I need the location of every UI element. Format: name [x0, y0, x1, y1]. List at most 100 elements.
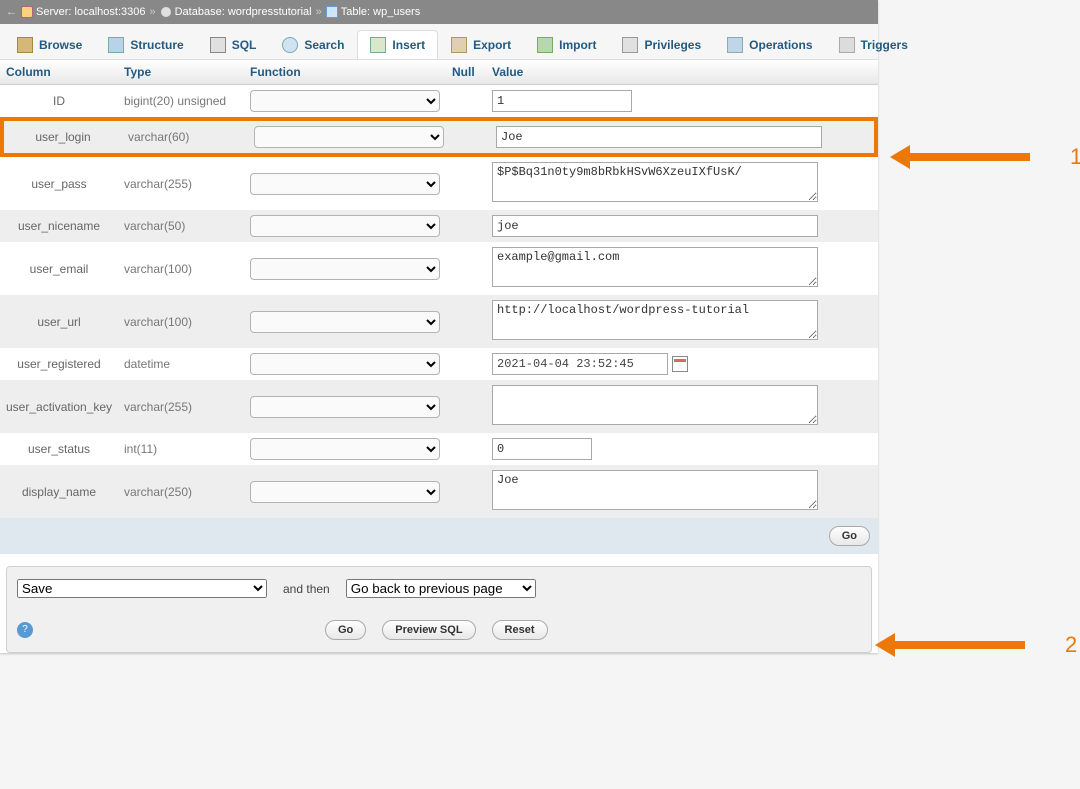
tab-label: Operations — [749, 38, 812, 52]
tab-bar: BrowseStructureSQL Search Insert Export Impo… — [0, 24, 878, 60]
function-select[interactable] — [250, 215, 440, 237]
tab-import[interactable]: Import — [524, 30, 609, 59]
preview-sql-button[interactable]: Preview SQL — [382, 620, 475, 640]
tab-label: Import — [559, 38, 596, 52]
function-select[interactable] — [250, 258, 440, 280]
value-textarea[interactable]: example@gmail.com — [492, 247, 818, 287]
value-input[interactable] — [492, 215, 818, 237]
tab-operations[interactable]: Operations — [714, 30, 825, 59]
value-input[interactable] — [496, 126, 822, 148]
column-name: user_url — [0, 310, 118, 334]
column-headers: Column Type Function Null Value — [0, 60, 878, 85]
value-cell — [486, 433, 878, 465]
value-input[interactable] — [492, 438, 592, 460]
null-cell — [446, 264, 486, 274]
column-type: int(11) — [118, 437, 244, 461]
value-textarea[interactable]: $P$Bq31n0ty9m8bRbkHSvW6XzeuIXfUsK/ — [492, 162, 818, 202]
browse-icon — [17, 37, 33, 53]
hdr-column: Column — [0, 60, 118, 84]
value-input[interactable] — [492, 353, 668, 375]
tab-export[interactable]: Export — [438, 30, 524, 59]
column-type: bigint(20) unsigned — [118, 89, 244, 113]
privileges-icon — [622, 37, 638, 53]
separator: » — [316, 6, 322, 18]
function-select[interactable] — [250, 90, 440, 112]
column-name: display_name — [0, 480, 118, 504]
row-user_activation_key: user_activation_keyvarchar(255) — [0, 380, 878, 433]
help-icon[interactable]: ? — [17, 622, 33, 638]
hdr-null: Null — [446, 60, 486, 84]
column-name: user_login — [4, 125, 122, 149]
value-textarea[interactable]: http://localhost/wordpress-tutorial — [492, 300, 818, 340]
column-name: user_nicename — [0, 214, 118, 238]
row-display_name: display_namevarchar(250)Joe — [0, 465, 878, 518]
function-select[interactable] — [250, 173, 440, 195]
row-user_status: user_statusint(11) — [0, 433, 878, 465]
column-type: varchar(100) — [118, 257, 244, 281]
annotation-label-1: 1 — [1070, 144, 1080, 170]
tab-label: Search — [304, 38, 344, 52]
hdr-function: Function — [244, 60, 446, 84]
save-select[interactable]: Save — [17, 579, 267, 598]
table-link[interactable]: wp_users — [373, 6, 420, 18]
column-type: varchar(255) — [118, 395, 244, 419]
row-user_nicename: user_nicenamevarchar(50) — [0, 210, 878, 242]
tab-sql[interactable]: SQL — [197, 30, 270, 59]
table-icon — [326, 6, 338, 18]
function-select[interactable] — [250, 438, 440, 460]
null-cell — [446, 402, 486, 412]
null-cell — [446, 317, 486, 327]
null-cell — [450, 132, 490, 142]
function-select[interactable] — [250, 353, 440, 375]
after-select[interactable]: Go back to previous page — [346, 579, 536, 598]
value-cell — [486, 210, 878, 242]
insert-icon — [370, 37, 386, 53]
function-select[interactable] — [254, 126, 444, 148]
tab-browse[interactable]: Browse — [4, 30, 95, 59]
tab-privileges[interactable]: Privileges — [609, 30, 714, 59]
value-cell: $P$Bq31n0ty9m8bRbkHSvW6XzeuIXfUsK/ — [486, 157, 878, 210]
column-name: user_status — [0, 437, 118, 461]
structure-icon — [108, 37, 124, 53]
hdr-type: Type — [118, 60, 244, 84]
bottom-go-button[interactable]: Go — [325, 620, 366, 640]
function-select[interactable] — [250, 311, 440, 333]
back-arrow[interactable]: ← — [6, 6, 17, 18]
column-type: varchar(100) — [118, 310, 244, 334]
value-cell — [490, 121, 874, 153]
tab-triggers[interactable]: Triggers — [826, 30, 921, 59]
function-select[interactable] — [250, 396, 440, 418]
tab-structure[interactable]: Structure — [95, 30, 196, 59]
go-row: Go — [0, 518, 878, 554]
function-select[interactable] — [250, 481, 440, 503]
search-icon — [282, 37, 298, 53]
column-type: varchar(255) — [118, 172, 244, 196]
database-link[interactable]: wordpresstutorial — [228, 6, 312, 18]
operations-icon — [727, 37, 743, 53]
tab-label: Export — [473, 38, 511, 52]
annotation-arrow-2: 2 — [875, 632, 1077, 658]
value-input[interactable] — [492, 90, 632, 112]
tab-search[interactable]: Search — [269, 30, 357, 59]
column-name: ID — [0, 89, 118, 113]
value-cell: Joe — [486, 465, 878, 518]
separator: » — [149, 6, 155, 18]
tab-insert[interactable]: Insert — [357, 30, 438, 59]
column-name: user_registered — [0, 352, 118, 376]
value-textarea[interactable]: Joe — [492, 470, 818, 510]
bottom-box: Save and then Go back to previous page ?… — [6, 566, 872, 653]
null-cell — [446, 487, 486, 497]
sql-icon — [210, 37, 226, 53]
server-link[interactable]: localhost:3306 — [75, 6, 146, 18]
null-cell — [446, 179, 486, 189]
value-cell — [486, 380, 878, 433]
calendar-icon[interactable] — [672, 356, 688, 372]
reset-button[interactable]: Reset — [492, 620, 548, 640]
database-label: Database: — [175, 6, 225, 18]
value-textarea[interactable] — [492, 385, 818, 425]
column-type: datetime — [118, 352, 244, 376]
null-cell — [446, 444, 486, 454]
row-user_email: user_emailvarchar(100)example@gmail.com — [0, 242, 878, 295]
go-button[interactable]: Go — [829, 526, 870, 546]
and-then-label: and then — [283, 582, 330, 596]
